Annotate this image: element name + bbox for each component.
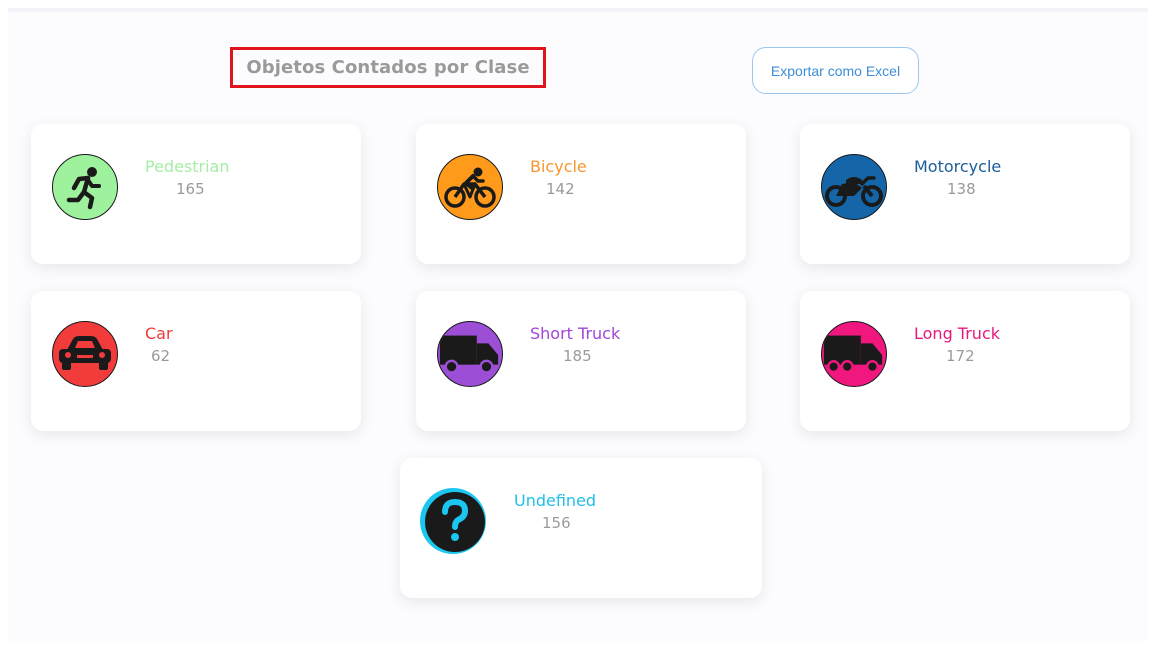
short-truck-icon [437, 321, 503, 387]
class-count: 156 [542, 514, 571, 532]
export-excel-button[interactable]: Exportar como Excel [752, 47, 919, 94]
class-card-motorcycle[interactable]: Motorcycle 138 [800, 124, 1130, 264]
motorcycle-icon [821, 154, 887, 220]
page-title: Objetos Contados por Clase [230, 47, 546, 88]
class-count: 185 [563, 347, 592, 365]
question-mark-icon [420, 488, 486, 554]
class-card-car[interactable]: Car 62 [31, 291, 361, 431]
class-count: 142 [546, 180, 575, 198]
long-truck-icon [821, 321, 887, 387]
class-label: Motorcycle [914, 157, 1002, 176]
class-label: Bicycle [530, 157, 587, 176]
class-card-long-truck[interactable]: Long Truck 172 [800, 291, 1130, 431]
class-label: Pedestrian [145, 157, 230, 176]
class-label: Short Truck [530, 324, 621, 343]
class-label: Undefined [514, 491, 597, 510]
class-count: 165 [176, 180, 205, 198]
class-card-short-truck[interactable]: Short Truck 185 [416, 291, 746, 431]
class-card-undefined[interactable]: Undefined 156 [400, 458, 762, 598]
class-label: Car [145, 324, 173, 343]
running-person-icon [52, 154, 118, 220]
class-card-pedestrian[interactable]: Pedestrian 165 [31, 124, 361, 264]
class-count: 62 [151, 347, 171, 365]
class-card-bicycle[interactable]: Bicycle 142 [416, 124, 746, 264]
bicycle-icon [437, 154, 503, 220]
class-count: 138 [947, 180, 976, 198]
class-label: Long Truck [914, 324, 1001, 343]
class-count: 172 [946, 347, 975, 365]
page: Objetos Contados por Clase Exportar como… [0, 0, 1156, 645]
car-icon [52, 321, 118, 387]
